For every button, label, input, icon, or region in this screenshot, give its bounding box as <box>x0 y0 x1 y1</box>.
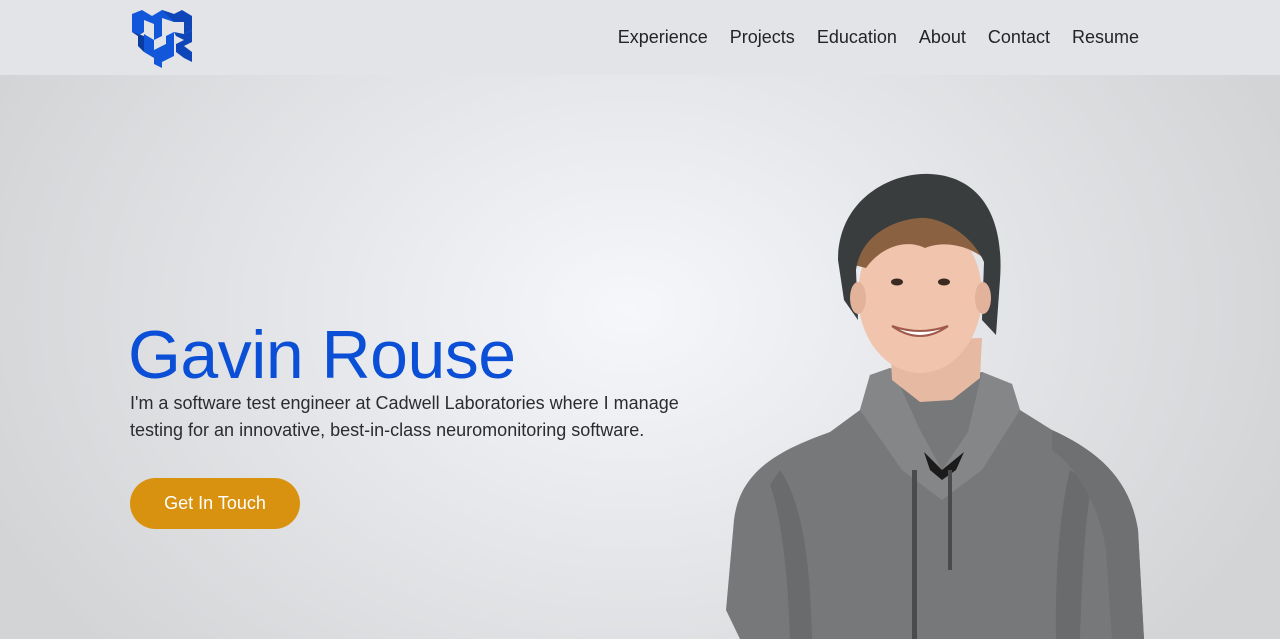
nav-experience-link[interactable]: Experience <box>618 27 708 48</box>
nav-resume-link[interactable]: Resume <box>1072 27 1139 48</box>
get-in-touch-button[interactable]: Get In Touch <box>130 478 300 529</box>
gr-logo-icon[interactable] <box>130 6 194 68</box>
hero-description: I'm a software test engineer at Cadwell … <box>130 393 679 440</box>
nav-about-link[interactable]: About <box>919 27 966 48</box>
nav-education-link[interactable]: Education <box>817 27 897 48</box>
nav-contact-link[interactable]: Contact <box>988 27 1050 48</box>
site-header: Experience Projects Education About Cont… <box>0 0 1280 75</box>
nav-projects-link[interactable]: Projects <box>730 27 795 48</box>
profile-photo-icon <box>726 173 1144 639</box>
main-nav: Experience Projects Education About Cont… <box>596 0 1139 75</box>
hero-name-heading: Gavin Rouse <box>128 317 516 393</box>
